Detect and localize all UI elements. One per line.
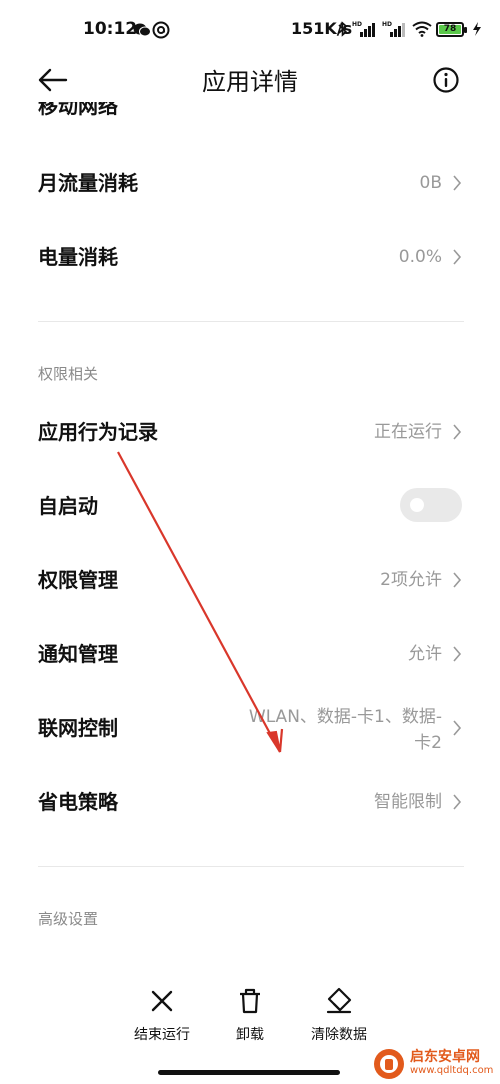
chevron-right-icon — [453, 249, 462, 265]
close-x-icon — [151, 990, 173, 1012]
row-label: 月流量消耗 — [38, 171, 138, 195]
clear-data-label: 清除数据 — [311, 1027, 367, 1043]
status-right-icons: HD HD 78 — [338, 20, 482, 38]
wechat-icon — [133, 23, 151, 37]
chevron-right-icon — [453, 175, 462, 191]
section-divider — [38, 866, 464, 867]
signal-hd-icon: HD — [352, 21, 375, 37]
charging-icon — [473, 22, 481, 36]
row-label: 联网控制 — [38, 716, 118, 740]
uninstall-button[interactable]: 卸载 — [224, 986, 276, 1044]
signal-hd-icon: HD — [382, 21, 405, 37]
autostart-toggle[interactable] — [400, 488, 462, 522]
watermark: 启东安卓网 www.qdltdq.com — [372, 1046, 496, 1082]
chevron-right-icon — [453, 794, 462, 810]
battery-icon: 78 — [436, 21, 467, 37]
uninstall-label: 卸载 — [236, 1027, 264, 1043]
bluetooth-icon — [338, 21, 348, 37]
chevron-right-icon — [453, 646, 462, 662]
chevron-right-icon — [453, 572, 462, 588]
clear-data-button[interactable]: 清除数据 — [304, 986, 374, 1044]
battery-level: 78 — [439, 24, 461, 34]
title-bar: 应用详情 — [0, 58, 500, 102]
page-title: 应用详情 — [202, 68, 298, 96]
row-power-saving[interactable]: 省电策略 智能限制 — [0, 772, 500, 832]
clipped-row: 移动网络 — [38, 102, 458, 118]
battery-cap — [464, 26, 467, 33]
status-bar: 10:12 151K/s HD HD 78 — [0, 0, 500, 58]
info-circle-icon[interactable] — [432, 66, 460, 94]
row-permission-manage[interactable]: 权限管理 2项允许 — [0, 550, 500, 610]
row-battery-usage[interactable]: 电量消耗 0.0% — [0, 227, 500, 287]
trash-icon — [240, 988, 260, 1014]
end-process-button[interactable]: 结束运行 — [130, 986, 194, 1044]
section-divider — [38, 321, 464, 322]
section-header-permissions: 权限相关 — [38, 365, 99, 383]
row-label: 权限管理 — [38, 568, 118, 592]
row-value: 智能限制 — [374, 792, 442, 812]
row-value: 正在运行 — [374, 422, 442, 442]
row-label: 自启动 — [38, 494, 98, 518]
row-value-network: WLAN、数据-卡1、数据-卡2 — [248, 707, 442, 753]
watermark-url: www.qdltdq.com — [410, 1065, 494, 1076]
row-notification-manage[interactable]: 通知管理 允许 — [0, 624, 500, 684]
chevron-right-icon — [453, 424, 462, 440]
row-label: 应用行为记录 — [38, 420, 158, 444]
wifi-icon — [412, 21, 432, 37]
row-value: 2项允许 — [380, 570, 442, 590]
row-label: 省电策略 — [38, 790, 118, 814]
toggle-knob — [410, 498, 424, 512]
row-label: 电量消耗 — [38, 245, 118, 269]
watermark-title: 启东安卓网 — [410, 1049, 480, 1065]
row-value: 0.0% — [398, 247, 442, 267]
home-indicator[interactable] — [158, 1070, 340, 1075]
row-monthly-data[interactable]: 月流量消耗 0B — [0, 153, 500, 213]
at-circle-icon — [152, 21, 170, 39]
eraser-icon — [326, 987, 352, 1014]
chevron-right-icon — [453, 720, 462, 736]
row-value: 允许 — [408, 644, 442, 664]
bottom-action-bar: 结束运行 卸载 清除数据 — [0, 986, 500, 1046]
watermark-logo-icon — [374, 1049, 404, 1079]
row-value: 0B — [419, 173, 442, 193]
row-app-behavior[interactable]: 应用行为记录 正在运行 — [0, 402, 500, 462]
svg-text:HD: HD — [352, 21, 362, 28]
watermark-text: 启东安卓网 www.qdltdq.com — [410, 1050, 493, 1078]
svg-text:HD: HD — [382, 21, 392, 28]
end-process-label: 结束运行 — [134, 1027, 190, 1043]
row-label: 通知管理 — [38, 642, 118, 666]
status-time: 10:12 — [83, 19, 138, 39]
section-header-advanced: 高级设置 — [38, 910, 99, 928]
clipped-row-label: 移动网络 — [38, 102, 118, 118]
